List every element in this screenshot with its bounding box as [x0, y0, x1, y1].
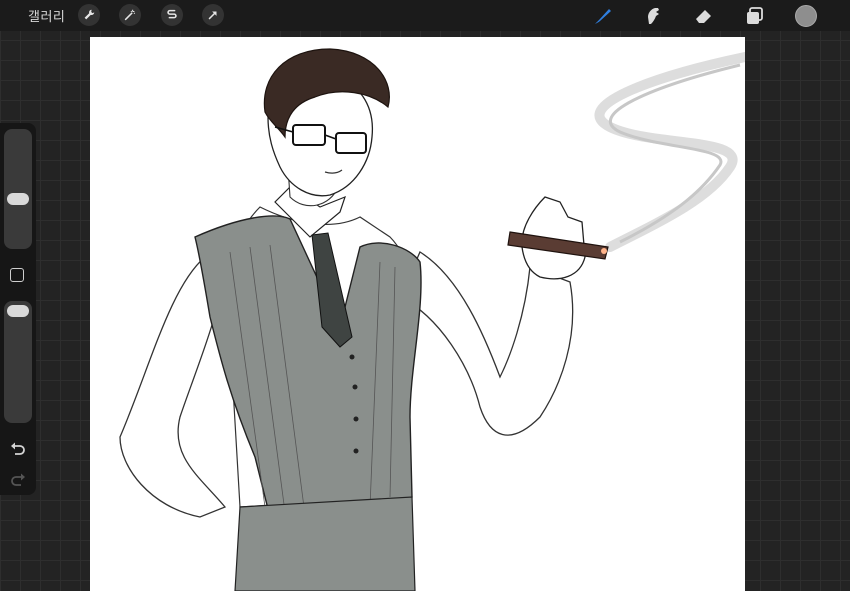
brush-size-slider[interactable]	[4, 129, 32, 249]
left-sidebar	[0, 123, 36, 495]
drawing-canvas[interactable]	[90, 37, 745, 591]
sketch-artwork	[119, 48, 745, 591]
undo-icon[interactable]	[8, 439, 28, 459]
redo-icon[interactable]	[8, 470, 28, 490]
smudge-icon[interactable]	[642, 4, 666, 28]
wrench-icon[interactable]	[78, 4, 100, 26]
selection-icon[interactable]	[161, 4, 183, 26]
color-swatch[interactable]	[795, 5, 817, 27]
eraser-icon[interactable]	[692, 4, 716, 28]
transform-arrow-icon[interactable]	[202, 4, 224, 26]
top-toolbar: 갤러리	[0, 0, 850, 31]
gallery-button[interactable]: 갤러리	[28, 6, 65, 25]
opacity-slider[interactable]	[4, 301, 32, 423]
modify-button[interactable]	[10, 268, 24, 282]
opacity-knob[interactable]	[7, 305, 29, 317]
magic-wand-icon[interactable]	[119, 4, 141, 26]
layers-icon[interactable]	[743, 4, 767, 28]
brush-icon[interactable]	[591, 4, 615, 28]
brush-size-knob[interactable]	[7, 193, 29, 205]
